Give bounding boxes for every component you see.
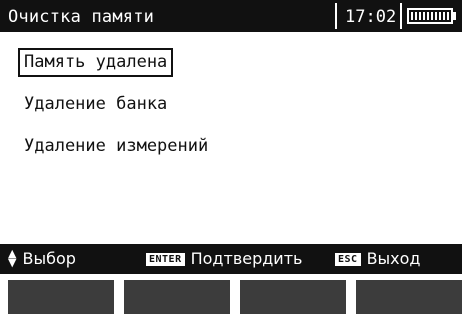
menu-item-delete-measurements[interactable]: Удаление измерений [24,136,208,156]
softkey-2[interactable] [124,280,230,314]
title-divider [400,3,402,29]
softkey-row [0,274,462,314]
menu-item-memory-deleted[interactable]: Память удалена [18,48,174,77]
help-bar: ▲ ▼ Выбор ENTER Подтвердить ESC Выход [0,244,462,274]
clock: 17:02 [345,7,397,27]
up-down-arrows-icon: ▲ ▼ [8,247,17,269]
menu-item-label: Память удалена [24,52,168,72]
battery-level [411,12,449,20]
esc-key-icon: ESC [335,253,361,266]
select-label: Выбор [22,249,76,268]
battery-full-icon [407,8,453,24]
enter-label: Подтвердить [190,249,303,268]
menu-item-label: Удаление измерений [24,136,209,156]
help-enter: ENTER Подтвердить [146,249,302,268]
softkey-4[interactable] [356,280,462,314]
menu-list: Память удалена Удаление банка Удаление и… [0,32,462,244]
enter-key-icon: ENTER [146,253,185,266]
softkey-3[interactable] [240,280,346,314]
help-select: ▲ ▼ Выбор [8,247,76,269]
esc-label: Выход [366,249,421,268]
help-esc: ESC Выход [335,249,421,268]
device-screen: Очистка памяти 17:02 Память удалена Удал… [0,0,462,314]
battery-tip [453,12,456,20]
title-divider [335,3,337,29]
screen-title: Очистка памяти [8,7,155,27]
title-bar: Очистка памяти 17:02 [0,0,462,32]
softkey-1[interactable] [8,280,114,314]
menu-item-label: Удаление банка [24,94,168,114]
menu-item-delete-bank[interactable]: Удаление банка [24,94,167,114]
